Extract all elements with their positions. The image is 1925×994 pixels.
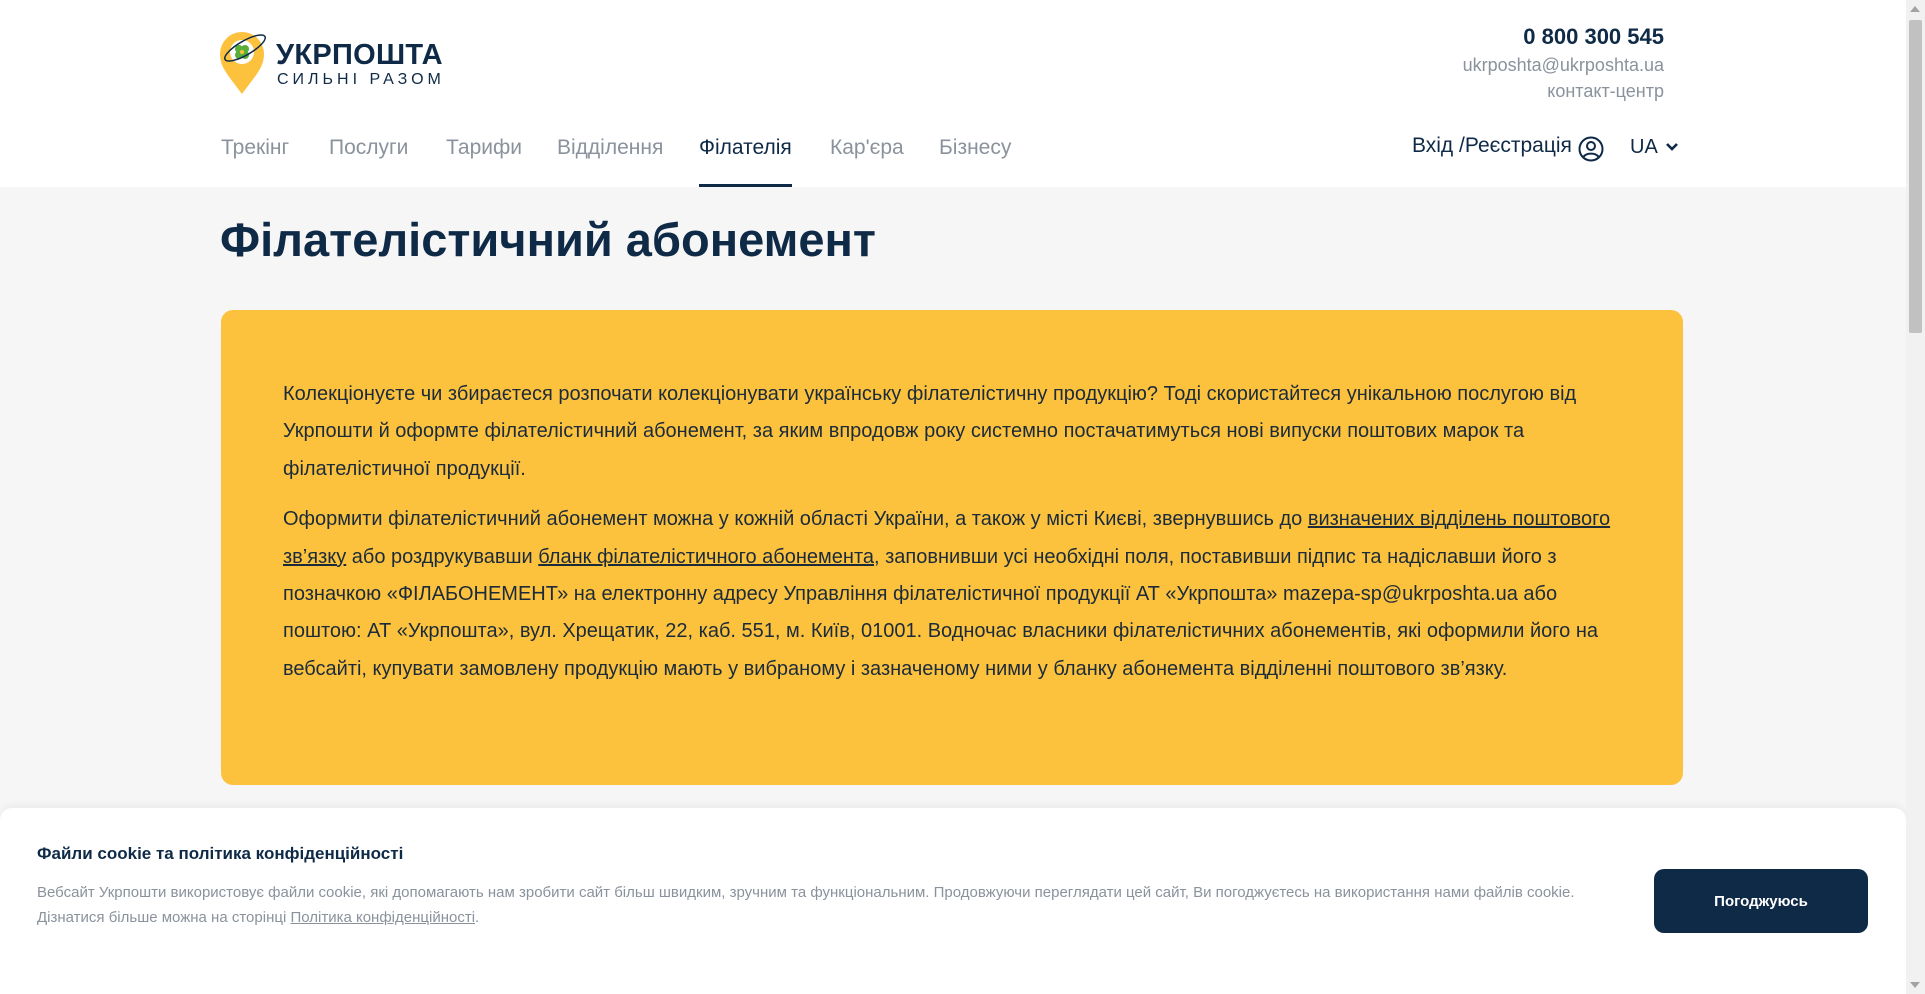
login-register-link[interactable]: Вхід /Реєстрація <box>1412 134 1604 162</box>
subscription-info-card: Колекціонуєте чи збираєтеся розпочати ко… <box>221 310 1683 785</box>
contact-center-label: контакт-центр <box>1547 81 1664 101</box>
how-to-text: Оформити філателістичний абонемент можна… <box>283 508 1308 531</box>
language-label: UA <box>1630 136 1658 158</box>
user-circle-icon <box>1578 136 1604 162</box>
cookie-more-text: Дізнатися більше можна на сторінці <box>37 909 291 926</box>
nav-item-philately[interactable]: Філателія <box>699 136 792 187</box>
agree-button[interactable]: Погоджуюсь <box>1654 869 1868 933</box>
language-selector[interactable]: UA <box>1630 136 1678 159</box>
scroll-down-arrow-icon[interactable] <box>1910 982 1920 988</box>
how-to-paragraph: Оформити філателістичний абонемент можна… <box>283 501 1623 688</box>
page-title: Філателістичний абонемент <box>220 213 876 266</box>
privacy-policy-link[interactable]: Політика конфіденційності <box>290 909 475 926</box>
scroll-up-arrow-icon[interactable] <box>1910 6 1920 12</box>
cookie-description: Вебсайт Укрпошти використовує файли cook… <box>37 884 1575 901</box>
nav-item-tracking[interactable]: Трекінг <box>221 136 289 187</box>
cookie-text: Вебсайт Укрпошти використовує файли cook… <box>37 880 1627 930</box>
nav-item-career[interactable]: Кар'єра <box>830 136 904 187</box>
cookie-period: . <box>475 909 480 926</box>
site-header: УКРПОШТА СИЛЬНІ РАЗОМ 0 800 300 545 ukrp… <box>0 0 1906 187</box>
nav-item-offices[interactable]: Відділення <box>557 136 663 187</box>
login-register-label: Вхід /Реєстрація <box>1412 134 1572 157</box>
page-scrollbar[interactable] <box>1906 0 1925 994</box>
phone-number[interactable]: 0 800 300 545 <box>1463 22 1664 52</box>
location-pin-logo-icon <box>220 32 266 94</box>
logo-name: УКРПОШТА <box>276 39 443 71</box>
nav-item-business[interactable]: Бізнесу <box>939 136 1011 187</box>
scrollbar-thumb[interactable] <box>1909 20 1922 333</box>
nav-item-services[interactable]: Послуги <box>329 136 408 187</box>
subscription-form-link[interactable]: бланк філателістичного абонемента <box>538 546 874 568</box>
logo-slogan: СИЛЬНІ РАЗОМ <box>277 71 445 88</box>
ukrposhta-logo[interactable]: УКРПОШТА СИЛЬНІ РАЗОМ <box>219 28 459 96</box>
how-to-text: або роздрукувавши <box>346 545 539 568</box>
cookie-more-info: Дізнатися більше можна на сторінці Політ… <box>37 905 1627 930</box>
cookie-title: Файли cookie та політика конфіденційност… <box>37 844 404 863</box>
contact-email[interactable]: ukrposhta@ukrposhta.ua <box>1463 52 1664 78</box>
nav-item-tariffs[interactable]: Тарифи <box>446 136 522 187</box>
contact-info: 0 800 300 545 ukrposhta@ukrposhta.ua кон… <box>1463 22 1664 104</box>
cookie-banner: Файли cookie та політика конфіденційност… <box>0 808 1906 994</box>
intro-paragraph: Колекціонуєте чи збираєтеся розпочати ко… <box>283 383 1577 480</box>
chevron-down-icon <box>1666 143 1678 151</box>
